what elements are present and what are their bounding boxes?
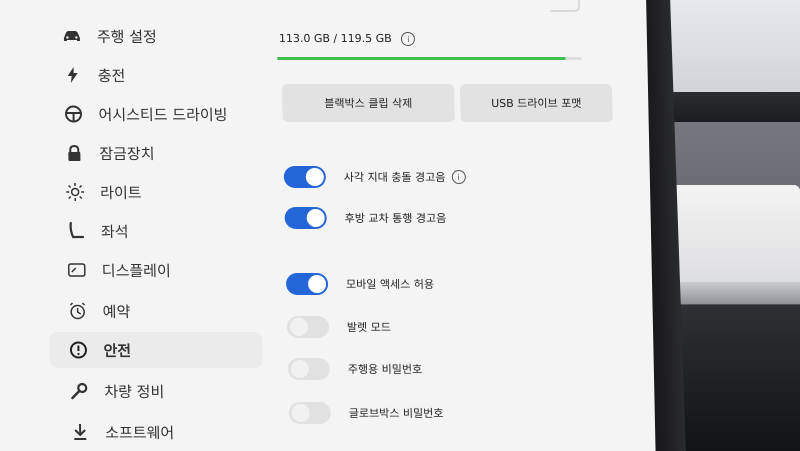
sidebar-item-label: 디스플레이 [101, 261, 171, 280]
info-icon[interactable]: i [401, 32, 416, 46]
display-icon [66, 259, 88, 281]
seat-icon [65, 220, 87, 242]
sidebar-item-label: 주행 설정 [96, 27, 158, 46]
rear-cross-traffic-toggle[interactable] [284, 207, 327, 229]
photo-scene: 주행 설정 충전 어시스티드 드라이빙 잠금장치 라이트 좌석 디스플레이 예약… [0, 0, 800, 451]
sidebar-item-label: 안전 [103, 341, 132, 360]
wrench-icon [68, 380, 90, 402]
toggle-knob [290, 360, 310, 378]
pin-to-drive-toggle[interactable] [287, 358, 331, 380]
valet-mode-toggle[interactable] [286, 316, 330, 338]
dashboard-trim [660, 282, 800, 304]
format-usb-button[interactable]: USB 드라이브 포맷 [459, 84, 613, 122]
sidebar-item-locks[interactable]: 잠금장치 [53, 135, 259, 171]
sidebar-item-label: 좌석 [100, 222, 129, 241]
sidebar-item-software[interactable]: 소프트웨어 [59, 414, 265, 450]
steering-wheel-icon [62, 103, 84, 125]
toggle-knob [305, 168, 325, 186]
touchscreen: 주행 설정 충전 어시스티드 드라이빙 잠금장치 라이트 좌석 디스플레이 예약… [0, 0, 656, 451]
sidebar-item-label: 차량 정비 [104, 382, 165, 401]
alert-circle-icon [67, 339, 89, 361]
light-icon [64, 181, 86, 203]
sidebar-item-label: 어시스티드 드라이빙 [98, 105, 228, 124]
info-icon[interactable]: i [451, 170, 466, 184]
sidebar-item-display[interactable]: 디스플레이 [55, 252, 261, 288]
storage-progress-fill [277, 57, 565, 60]
sidebar-item-schedule[interactable]: 예약 [56, 293, 262, 329]
toggle-row-mobile-access[interactable]: 모바일 액세스 허용 [285, 273, 435, 295]
toggle-row-glovebox-pin[interactable]: 글로브박스 비밀번호 [288, 402, 444, 424]
alarm-icon [66, 300, 88, 322]
blind-spot-toggle[interactable] [283, 166, 327, 188]
mobile-access-toggle[interactable] [285, 273, 329, 295]
toggle-label: 글로브박스 비밀번호 [348, 407, 444, 420]
toggle-knob [307, 275, 327, 293]
storage-text: 113.0 GB / 119.5 GB [278, 32, 392, 45]
button-label: USB 드라이브 포맷 [491, 97, 582, 110]
sidebar-item-label: 라이트 [99, 183, 142, 202]
toggle-label: 발렛 모드 [346, 321, 392, 334]
sidebar-item-service[interactable]: 차량 정비 [58, 373, 264, 409]
toggle-row-valet-mode[interactable]: 발렛 모드 [286, 316, 392, 338]
lightning-icon [61, 64, 83, 86]
sidebar-item-label: 소프트웨어 [104, 423, 175, 442]
toggle-label: 주행용 비밀번호 [347, 363, 423, 376]
toggle-label: 후방 교차 통행 경고음 [344, 212, 447, 225]
glovebox-pin-toggle[interactable] [288, 402, 332, 424]
delete-dashcam-clips-button[interactable]: 블랙박스 클립 삭제 [281, 84, 455, 122]
sidebar-item-driving[interactable]: 주행 설정 [51, 18, 257, 54]
sidebar-item-label: 예약 [102, 302, 131, 321]
sidebar-item-safety[interactable]: 안전 [49, 332, 263, 368]
sidebar-item-label: 잠금장치 [99, 144, 155, 163]
toggle-row-rear-cross-traffic[interactable]: 후방 교차 통행 경고음 [284, 207, 446, 229]
toggle-knob [306, 209, 325, 227]
toggle-row-pin-to-drive[interactable]: 주행용 비밀번호 [287, 358, 423, 380]
button-label: 블랙박스 클립 삭제 [324, 97, 413, 110]
storage-progress-bar [277, 57, 582, 60]
sidebar-item-seats[interactable]: 좌석 [55, 213, 261, 249]
storage-usage: 113.0 GB / 119.5 GB i [279, 32, 416, 46]
toggle-knob [291, 404, 310, 422]
toggle-label: 사각 지대 충돌 경고음 [343, 171, 446, 184]
sidebar-item-label: 충전 [97, 66, 126, 85]
toggle-knob [289, 318, 309, 336]
sidebar-item-lights[interactable]: 라이트 [54, 174, 260, 210]
lock-icon [63, 142, 85, 164]
toggle-row-blind-spot[interactable]: 사각 지대 충돌 경고음 i [283, 166, 466, 188]
window-corner-control [550, 0, 581, 12]
car-icon [61, 25, 83, 47]
download-icon [69, 421, 91, 443]
sidebar-item-assisted-driving[interactable]: 어시스티드 드라이빙 [52, 96, 258, 132]
toggle-label: 모바일 액세스 허용 [345, 278, 435, 291]
sidebar-item-charging[interactable]: 충전 [51, 57, 257, 93]
